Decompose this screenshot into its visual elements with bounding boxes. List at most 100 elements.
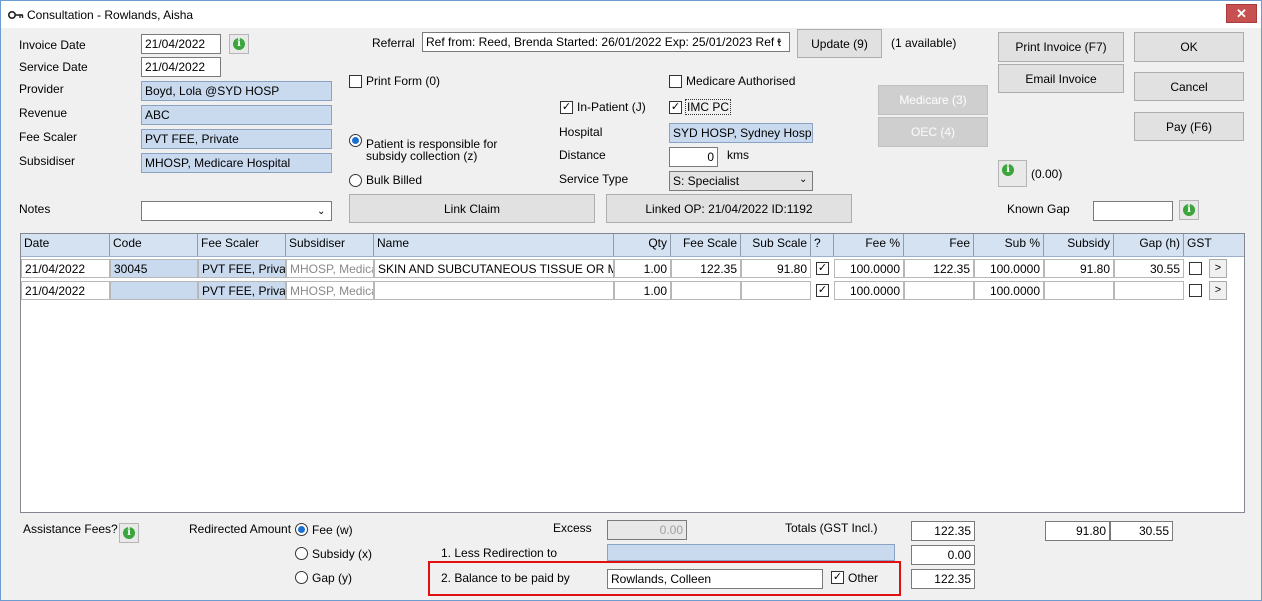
col-sub-pct[interactable]: Sub % [974,234,1044,256]
row1-subsidiser[interactable]: MHOSP, Medicare [286,259,374,278]
col-gap[interactable]: Gap (h) [1114,234,1184,256]
excess-field[interactable]: 0.00 [607,520,687,540]
distance-label: Distance [559,148,606,162]
row2-fee-pct[interactable]: 100.0000 [834,281,904,300]
col-fee[interactable]: Fee [904,234,974,256]
print-form-checkbox[interactable] [349,75,362,88]
row2-date[interactable]: 21/04/2022 [21,281,110,300]
row1-name[interactable]: SKIN AND SUBCUTANEOUS TISSUE OR MUCO [374,259,614,278]
row1-qty[interactable]: 1.00 [614,259,671,278]
col-fee-pct[interactable]: Fee % [834,234,904,256]
referral-available-text: (1 available) [891,36,957,50]
row2-code[interactable] [110,281,198,300]
update-button[interactable]: Update (9) [797,29,882,58]
cancel-button[interactable]: Cancel [1134,72,1244,101]
row2-fee-scaler[interactable]: PVT FEE, Private [198,281,286,300]
row1-fee-scale[interactable]: 122.35 [671,259,741,278]
balance-payer-field[interactable]: Rowlands, Colleen [607,569,823,589]
col-fee-scaler[interactable]: Fee Scaler [198,234,286,256]
patient-responsible-radio[interactable] [349,134,362,147]
bulk-billed-radio[interactable] [349,174,362,187]
row2-name[interactable] [374,281,614,300]
invoice-date-field[interactable]: 21/04/2022 [141,34,221,54]
row1-fee-pct[interactable]: 100.0000 [834,259,904,278]
totals-label: Totals (GST Incl.) [785,521,878,535]
col-code[interactable]: Code [110,234,198,256]
row1-gap[interactable]: 30.55 [1114,259,1184,278]
row2-sub-scale[interactable] [741,281,811,300]
revenue-label: Revenue [19,106,68,120]
col-subsidiser[interactable]: Subsidiser [286,234,374,256]
row2-gap[interactable] [1114,281,1184,300]
known-gap-field[interactable] [1093,201,1173,221]
excess-label: Excess [553,521,592,535]
service-type-label: Service Type [559,172,629,186]
referral-dropdown[interactable]: Ref from: Reed, Brenda Started: 26/01/20… [422,32,790,52]
notes-dropdown[interactable] [141,201,332,221]
less-redirection-field[interactable] [607,544,895,561]
known-gap-info-icon[interactable] [1179,200,1199,220]
close-button[interactable]: ✕ [1226,4,1257,23]
balance-value: 122.35 [911,569,975,589]
linked-op-button[interactable]: Linked OP: 21/04/2022 ID:1192 [606,194,852,223]
gap-y-radio[interactable] [295,571,308,584]
pay-button[interactable]: Pay (F6) [1134,112,1244,141]
fee-w-radio[interactable] [295,523,308,536]
revenue-field[interactable]: ABC [141,105,332,125]
row2-checkbox[interactable]: ✓ [816,284,829,297]
row2-subsidy[interactable] [1044,281,1114,300]
invoice-info-icon[interactable] [229,34,249,54]
row1-expand-button[interactable]: > [1209,259,1227,278]
medicare-authorised-checkbox[interactable] [669,75,682,88]
col-question[interactable]: ? [811,234,834,256]
row1-code[interactable]: 30045 [110,259,198,278]
col-qty[interactable]: Qty [614,234,671,256]
row1-gst-checkbox[interactable] [1189,262,1202,275]
redirected-amount-label: Redirected Amount [189,522,292,536]
service-type-dropdown[interactable]: S: Specialist [669,171,813,191]
fee-scaler-field[interactable]: PVT FEE, Private [141,129,332,149]
row1-date[interactable]: 21/04/2022 [21,259,110,278]
hospital-field[interactable]: SYD HOSP, Sydney Hospital [669,123,813,143]
subsidy-x-radio[interactable] [295,547,308,560]
email-invoice-button[interactable]: Email Invoice [998,64,1124,93]
ok-button[interactable]: OK [1134,32,1244,62]
row2-expand-button[interactable]: > [1209,281,1227,300]
distance-field[interactable]: 0 [669,147,718,167]
col-name[interactable]: Name [374,234,614,256]
row1-fee-scaler[interactable]: PVT FEE, Private [198,259,286,278]
total-fee-field: 122.35 [911,521,975,541]
row1-sub-pct[interactable]: 100.0000 [974,259,1044,278]
print-invoice-button[interactable]: Print Invoice (F7) [998,32,1124,62]
col-gst[interactable]: GST [1184,234,1244,256]
subsidiser-field[interactable]: MHOSP, Medicare Hospital [141,153,332,173]
row1-subsidy[interactable]: 91.80 [1044,259,1114,278]
row1-fee[interactable]: 122.35 [904,259,974,278]
row2-sub-pct[interactable]: 100.0000 [974,281,1044,300]
col-date[interactable]: Date [21,234,110,256]
chevron-down-icon: ⌄ [317,206,326,217]
balance-info-icon[interactable] [998,160,1027,187]
row1-sub-scale[interactable]: 91.80 [741,259,811,278]
oec-button[interactable]: OEC (4) [878,117,988,147]
col-sub-scale[interactable]: Sub Scale [741,234,811,256]
balance-label: 2. Balance to be paid by [441,571,570,585]
assistance-info-icon[interactable] [119,523,139,543]
row2-fee-scale[interactable] [671,281,741,300]
service-date-field[interactable]: 21/04/2022 [141,57,221,77]
row2-gst-checkbox[interactable] [1189,284,1202,297]
link-claim-button[interactable]: Link Claim [349,194,595,223]
in-patient-checkbox[interactable]: ✓ [560,101,573,114]
other-checkbox[interactable]: ✓ [831,571,844,584]
bulk-billed-label: Bulk Billed [366,173,423,187]
row2-qty[interactable]: 1.00 [614,281,671,300]
row1-checkbox[interactable]: ✓ [816,262,829,275]
provider-field[interactable]: Boyd, Lola @SYD HOSP [141,81,332,101]
row2-fee[interactable] [904,281,974,300]
imc-pc-checkbox[interactable]: ✓ [669,101,682,114]
col-subsidy[interactable]: Subsidy [1044,234,1114,256]
service-date-label: Service Date [19,60,88,74]
medicare-button[interactable]: Medicare (3) [878,85,988,115]
col-fee-scale[interactable]: Fee Scale [671,234,741,256]
row2-subsidiser[interactable]: MHOSP, Medicare [286,281,374,300]
